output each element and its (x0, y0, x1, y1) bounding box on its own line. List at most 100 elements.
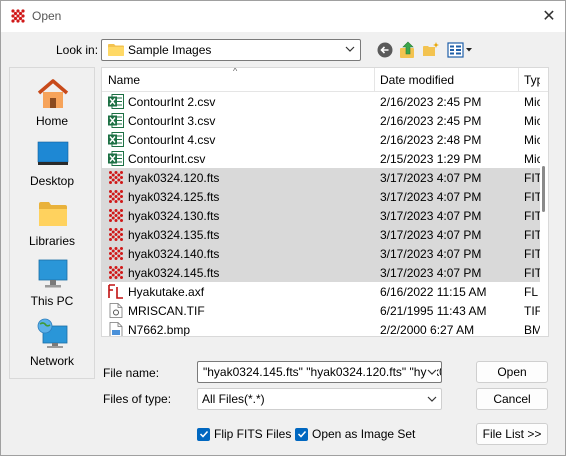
file-name-cell: hyak0324.135.fts (128, 228, 220, 242)
file-type-cell: FITS File (524, 190, 540, 204)
place-label: This PC (30, 294, 74, 308)
file-name-cell: hyak0324.145.fts (128, 266, 220, 280)
file-row[interactable]: MRISCAN.TIF 6/21/1995 11:43 AM TIF (102, 301, 540, 320)
axf-icon (108, 284, 124, 299)
fits-icon (108, 227, 124, 242)
flip-fits-checkbox[interactable]: Flip FITS Files (197, 426, 291, 442)
libraries-icon (39, 202, 67, 226)
home-icon (37, 79, 69, 108)
checkbox-checked-icon (197, 427, 210, 441)
place-home[interactable]: Home (10, 74, 94, 132)
file-row[interactable]: ContourInt 2.csv 2/16/2023 2:45 PM Microso… (102, 92, 540, 111)
this-pc-icon (38, 259, 68, 288)
file-row[interactable]: Hyakutake.axf 6/16/2022 11:15 AM FL (102, 282, 540, 301)
file-date-cell: 2/16/2023 2:45 PM (380, 114, 482, 128)
file-row[interactable]: hyak0324.140.fts 3/17/2023 4:07 PM FITS Fi… (102, 244, 540, 263)
checkbox-checked-icon (295, 427, 308, 441)
close-icon: ✕ (542, 8, 556, 25)
fits-icon (108, 189, 124, 204)
column-header-name[interactable]: Name (108, 73, 140, 87)
bmp-icon (108, 322, 124, 336)
place-desktop[interactable]: Desktop (10, 134, 94, 192)
file-date-cell: 3/17/2023 4:07 PM (380, 171, 482, 185)
file-date-cell: 2/15/2023 1:29 PM (380, 152, 482, 166)
file-name-cell: MRISCAN.TIF (128, 304, 205, 318)
file-list-header: ^ Name Date modified Type (102, 68, 548, 92)
fits-icon (108, 208, 124, 223)
view-menu-button[interactable] (446, 39, 474, 61)
file-row[interactable]: ContourInt 4.csv 2/16/2023 2:48 PM Microso… (102, 130, 540, 149)
file-name-cell: Hyakutake.axf (128, 285, 205, 299)
cancel-button[interactable]: Cancel (476, 388, 548, 410)
look-in-value: Sample Images (128, 43, 212, 57)
file-date-cell: 3/17/2023 4:07 PM (380, 190, 482, 204)
file-name-cell: ContourInt.csv (128, 152, 206, 166)
place-this-pc[interactable]: This PC (10, 254, 94, 312)
file-type-cell: FL (524, 285, 539, 299)
file-type-cell: BMP (524, 323, 540, 337)
file-name-cell: ContourInt 3.csv (128, 114, 216, 128)
file-row[interactable]: hyak0324.135.fts 3/17/2023 4:07 PM FITS Fi… (102, 225, 540, 244)
file-type-cell: FITS File (524, 247, 540, 261)
file-name-cell: hyak0324.125.fts (128, 190, 220, 204)
file-list[interactable]: ^ Name Date modified Type ContourInt 2.c… (101, 67, 549, 337)
up-folder-button[interactable] (397, 39, 419, 61)
chevron-down-icon (345, 46, 355, 52)
look-in-label: Look in: (56, 43, 99, 57)
place-label: Network (29, 354, 74, 368)
close-button[interactable]: ✕ (538, 6, 560, 26)
tif-icon (108, 303, 124, 318)
file-date-cell: 2/16/2023 2:48 PM (380, 133, 482, 147)
column-divider[interactable] (518, 68, 519, 92)
fits-icon (108, 265, 124, 280)
new-folder-icon (423, 42, 439, 56)
file-type-cell: TIF (524, 304, 540, 318)
excel-icon (108, 113, 124, 128)
desktop-icon (37, 141, 69, 165)
file-name-cell: hyak0324.120.fts (128, 171, 220, 185)
file-row[interactable]: ContourInt 3.csv 2/16/2023 2:45 PM Microso… (102, 111, 540, 130)
place-libraries[interactable]: Libraries (10, 194, 94, 252)
file-name-value: "hyak0324.145.fts" "hyak0324.120.fts" "h… (203, 365, 441, 379)
file-date-cell: 2/16/2023 2:45 PM (380, 95, 482, 109)
file-row[interactable]: hyak0324.125.fts 3/17/2023 4:07 PM FITS Fi… (102, 187, 540, 206)
file-row[interactable]: hyak0324.145.fts 3/17/2023 4:07 PM FITS Fi… (102, 263, 540, 282)
up-folder-icon (400, 41, 414, 58)
place-label: Desktop (29, 174, 75, 188)
place-label: Libraries (28, 234, 76, 248)
file-name-cell: ContourInt 2.csv (128, 95, 216, 109)
file-name-input[interactable]: "hyak0324.145.fts" "hyak0324.120.fts" "h… (197, 361, 442, 383)
file-row[interactable]: ContourInt.csv 2/15/2023 1:29 PM Microsoft… (102, 149, 540, 168)
file-date-cell: 2/2/2000 6:27 AM (380, 323, 475, 337)
file-list-button[interactable]: File List >> (476, 423, 548, 445)
file-type-dropdown[interactable]: All Files(*.*) (197, 388, 442, 410)
file-type-cell: FITS File (524, 228, 540, 242)
file-row[interactable]: hyak0324.130.fts 3/17/2023 4:07 PM FITS Fi… (102, 206, 540, 225)
back-button[interactable] (374, 39, 396, 61)
sort-ascending-icon: ^ (233, 67, 238, 76)
open-as-image-set-label: Open as Image Set (312, 427, 416, 441)
file-type-value: All Files(*.*) (202, 392, 265, 406)
file-row[interactable]: hyak0324.120.fts 3/17/2023 4:07 PM FITS Fi… (102, 168, 540, 187)
chevron-down-icon[interactable] (427, 367, 437, 377)
flip-fits-label: Flip FITS Files (214, 427, 292, 441)
open-as-image-set-checkbox[interactable]: Open as Image Set (295, 426, 415, 442)
column-divider[interactable] (374, 68, 375, 92)
file-name-label: File name: (103, 366, 160, 380)
file-name-cell: N7662.bmp (128, 323, 191, 337)
places-bar: Home Desktop Libraries This PC Network (9, 67, 95, 379)
column-header-type[interactable]: Type (524, 73, 540, 87)
file-type-label: Files of type: (103, 392, 172, 406)
open-button[interactable]: Open (476, 361, 548, 383)
look-in-dropdown[interactable]: Sample Images (101, 39, 361, 61)
file-date-cell: 3/17/2023 4:07 PM (380, 247, 482, 261)
place-network[interactable]: Network (10, 314, 94, 372)
file-date-cell: 3/17/2023 4:07 PM (380, 228, 482, 242)
new-folder-button[interactable] (420, 39, 442, 61)
scrollbar-thumb[interactable] (542, 166, 545, 212)
vertical-scrollbar[interactable] (540, 92, 548, 336)
column-header-date[interactable]: Date modified (380, 73, 454, 87)
file-date-cell: 6/16/2022 11:15 AM (380, 285, 487, 299)
excel-icon (108, 132, 124, 147)
file-row[interactable]: N7662.bmp 2/2/2000 6:27 AM BMP (102, 320, 540, 337)
